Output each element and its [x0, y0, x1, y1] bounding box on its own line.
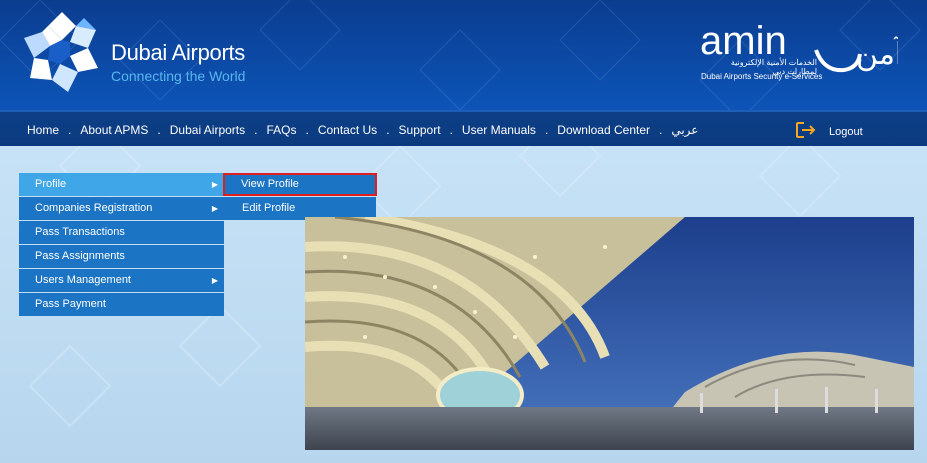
amin-subtitle-english: Dubai Airports Security e-Services — [701, 72, 823, 81]
menu-item-label: Profile — [35, 178, 67, 190]
amin-logo-arabic: آمن — [856, 36, 898, 72]
nav-download-center[interactable]: Download Center — [557, 123, 650, 137]
menu-item-profile[interactable]: Profile ▶ — [19, 173, 224, 196]
dubai-airports-logo-icon — [24, 12, 98, 92]
menu-item-label: Pass Assignments — [35, 250, 125, 262]
nav-faqs[interactable]: FAQs — [266, 123, 296, 137]
nav-separator: . — [386, 123, 390, 137]
menu-item-pass-assignments[interactable]: Pass Assignments — [19, 245, 224, 268]
nav-arabic[interactable]: عربي — [671, 123, 698, 137]
nav-separator: . — [449, 123, 453, 137]
site-header: Dubai Airports Connecting the World amin… — [0, 0, 927, 112]
nav-separator: . — [254, 123, 258, 137]
menu-item-companies-registration[interactable]: Companies Registration ▶ — [19, 197, 224, 220]
profile-submenu: View Profile Edit Profile — [223, 173, 377, 221]
nav-dubai-airports[interactable]: Dubai Airports — [170, 123, 245, 137]
nav-separator: . — [659, 123, 663, 137]
menu-item-pass-transactions[interactable]: Pass Transactions — [19, 221, 224, 244]
menu-item-users-management[interactable]: Users Management ▶ — [19, 269, 224, 292]
menu-item-label: Companies Registration — [35, 202, 153, 214]
nav-user-manuals[interactable]: User Manuals — [462, 123, 536, 137]
menu-item-label: Pass Payment — [35, 298, 106, 310]
nav-about-apms[interactable]: About APMS — [80, 123, 148, 137]
nav-contact-us[interactable]: Contact Us — [318, 123, 377, 137]
amin-logo-text: amin — [700, 20, 787, 63]
logout-label[interactable]: Logout — [829, 126, 863, 138]
logout-button[interactable]: Logout — [795, 121, 863, 139]
nav-separator: . — [68, 123, 72, 137]
logout-icon[interactable] — [795, 121, 817, 139]
menu-item-label: Pass Transactions — [35, 226, 125, 238]
side-menu: Profile ▶ Companies Registration ▶ Pass … — [19, 173, 224, 317]
chevron-right-icon: ▶ — [211, 180, 218, 189]
airport-terminal-image — [305, 217, 914, 450]
nav-items: Home . About APMS . Dubai Airports . FAQ… — [27, 112, 698, 148]
nav-home[interactable]: Home — [27, 123, 59, 137]
menu-item-label: Users Management — [35, 274, 131, 286]
submenu-item-view-profile[interactable]: View Profile — [223, 173, 377, 196]
brand-title: Dubai Airports — [111, 40, 245, 65]
brand-tagline: Connecting the World — [111, 68, 246, 84]
nav-separator: . — [544, 123, 549, 137]
menu-item-pass-payment[interactable]: Pass Payment — [19, 293, 224, 316]
chevron-right-icon: ▶ — [211, 204, 218, 213]
top-navigation: Home . About APMS . Dubai Airports . FAQ… — [0, 110, 927, 148]
chevron-right-icon: ▶ — [211, 276, 218, 285]
nav-separator: . — [157, 123, 161, 137]
nav-support[interactable]: Support — [399, 123, 441, 137]
nav-separator: . — [305, 123, 309, 137]
